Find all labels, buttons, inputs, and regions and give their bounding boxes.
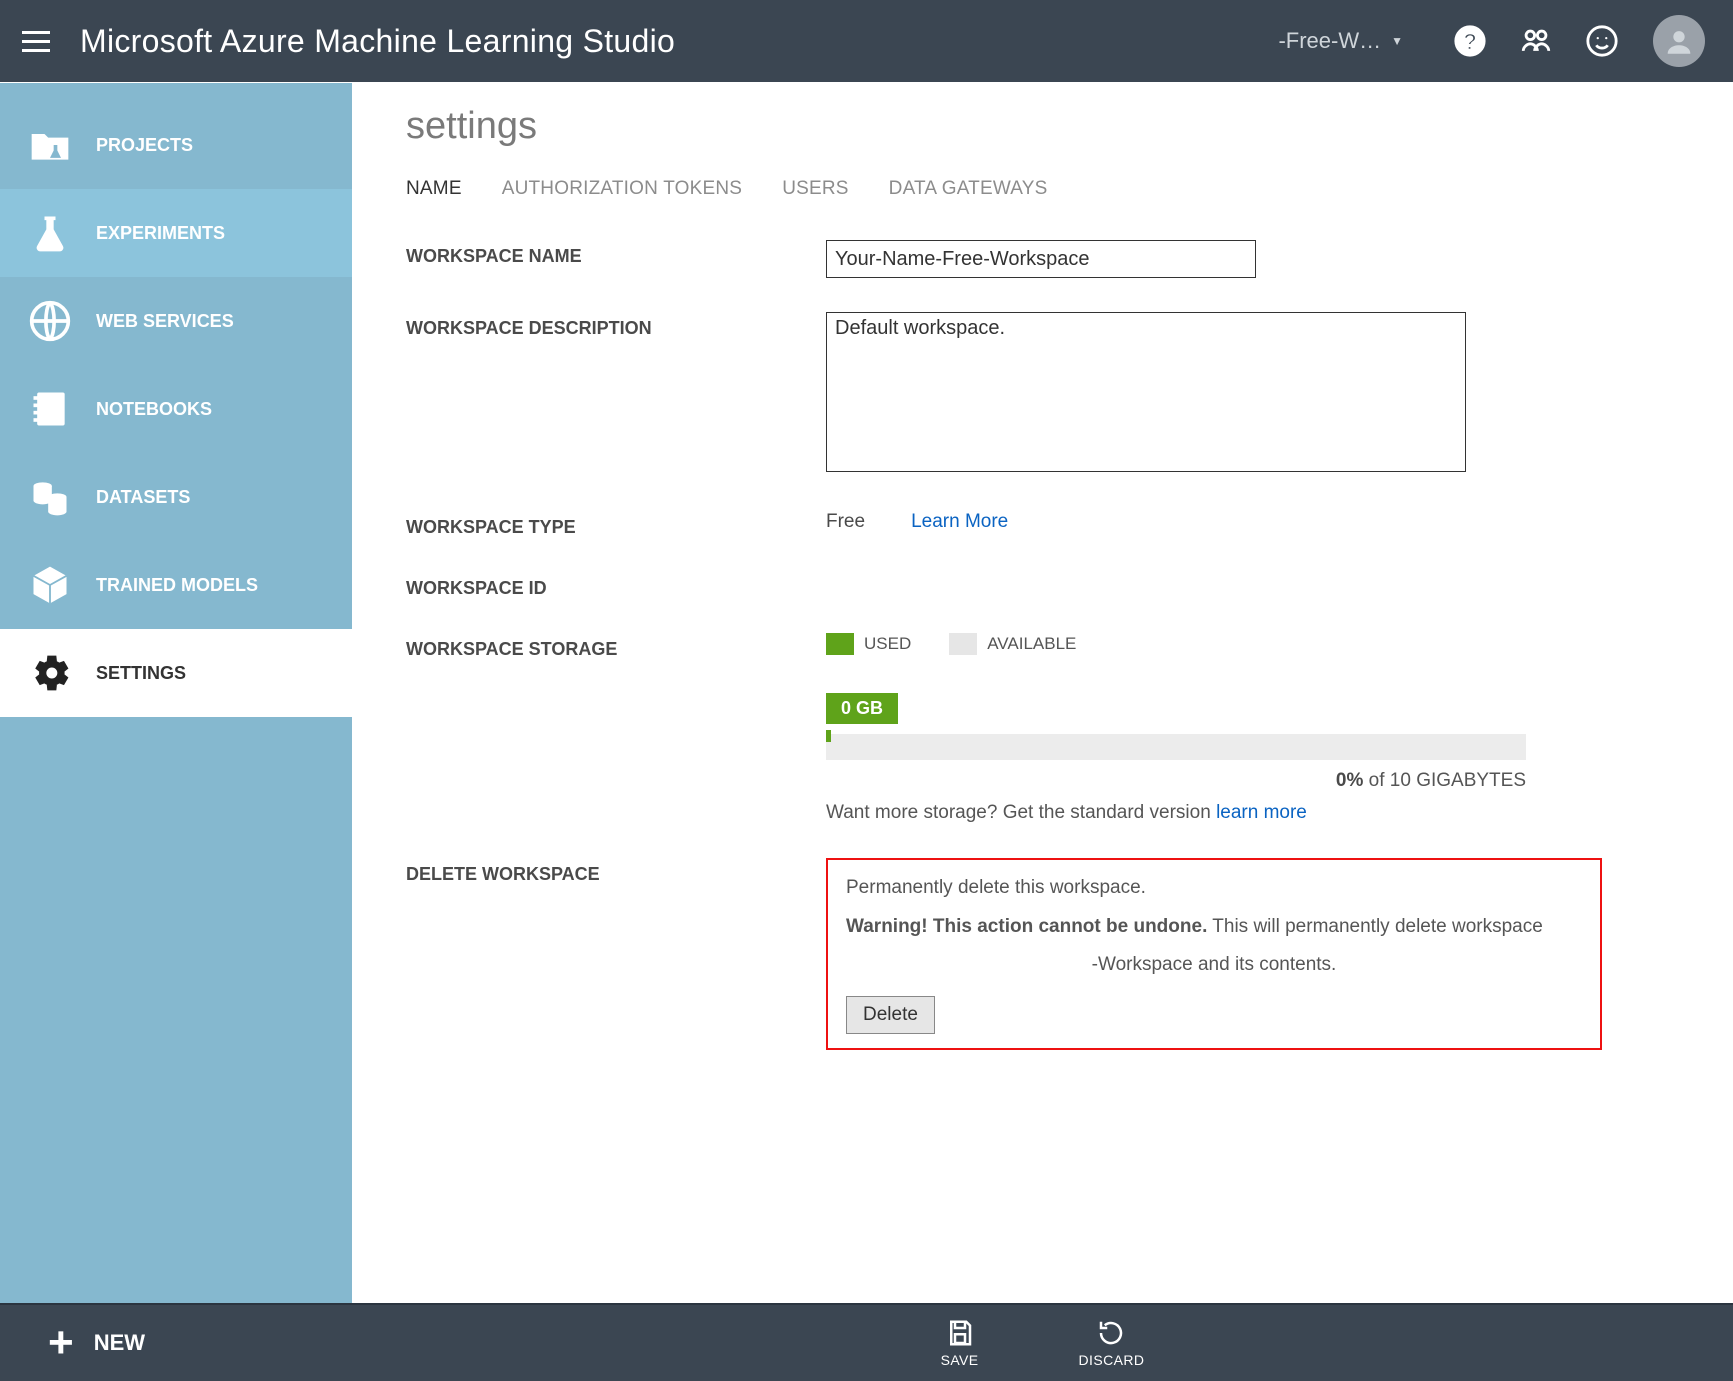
storage-progress-bar	[826, 734, 1526, 760]
page-title: settings	[406, 105, 1673, 148]
tab-data-gateways[interactable]: DATA GATEWAYS	[889, 178, 1048, 200]
tab-users[interactable]: USERS	[782, 178, 848, 200]
topbar: Microsoft Azure Machine Learning Studio …	[0, 0, 1733, 82]
workspace-picker-label: -Free-W…	[1278, 28, 1381, 54]
folder-flask-icon	[26, 121, 74, 169]
storage-readout: 0% of 10 GIGABYTES	[826, 770, 1526, 792]
used-label: USED	[864, 634, 911, 654]
sidebar-item-trained-models[interactable]: TRAINED MODELS	[0, 541, 352, 629]
chevron-down-icon: ▼	[1391, 34, 1403, 48]
more-storage-text: Want more storage? Get the standard vers…	[826, 802, 1673, 824]
workspace-id-label: WORKSPACE ID	[406, 572, 826, 599]
available-label: AVAILABLE	[987, 634, 1076, 654]
discard-label: DISCARD	[1079, 1352, 1145, 1368]
sidebar-item-label: EXPERIMENTS	[96, 223, 225, 244]
plus-icon: +	[48, 1321, 74, 1365]
sidebar-item-label: NOTEBOOKS	[96, 399, 212, 420]
app-title: Microsoft Azure Machine Learning Studio	[80, 23, 675, 60]
save-button[interactable]: SAVE	[941, 1318, 979, 1368]
delete-warning-line2: -Workspace and its contents.	[846, 951, 1582, 980]
workspace-description-textarea[interactable]	[826, 312, 1466, 472]
workspace-name-label: WORKSPACE NAME	[406, 240, 826, 267]
sidebar-item-notebooks[interactable]: NOTEBOOKS	[0, 365, 352, 453]
tab-name[interactable]: NAME	[406, 178, 462, 200]
storage-used-badge: 0 GB	[826, 693, 898, 724]
help-icon[interactable]: ?	[1451, 22, 1489, 60]
flask-icon	[26, 209, 74, 257]
tab-authorization-tokens[interactable]: AUTHORIZATION TOKENS	[502, 178, 742, 200]
delete-workspace-panel: Permanently delete this workspace. Warni…	[826, 858, 1602, 1050]
workspace-type-label: WORKSPACE TYPE	[406, 511, 826, 538]
tabs: NAME AUTHORIZATION TOKENS USERS DATA GAT…	[406, 178, 1673, 200]
sidebar-item-projects[interactable]: PROJECTS	[0, 101, 352, 189]
sidebar: PROJECTS EXPERIMENTS WEB SERVICES NOTEBO…	[0, 83, 352, 1303]
sidebar-item-label: TRAINED MODELS	[96, 575, 258, 596]
globe-icon	[26, 297, 74, 345]
workspace-id-value: b2a61efa5077465782cefa1bf573a2ec	[826, 572, 1192, 594]
storage-total: of 10 GIGABYTES	[1363, 770, 1526, 791]
sidebar-item-datasets[interactable]: DATASETS	[0, 453, 352, 541]
more-storage-link[interactable]: learn more	[1216, 802, 1307, 823]
sidebar-item-label: PROJECTS	[96, 135, 193, 156]
workspace-type-value: Free	[826, 511, 865, 533]
sidebar-item-label: WEB SERVICES	[96, 311, 234, 332]
delete-warning: Warning! This action cannot be undone. T…	[846, 913, 1582, 942]
sidebar-item-label: DATASETS	[96, 487, 190, 508]
sidebar-item-experiments[interactable]: EXPERIMENTS	[0, 189, 352, 277]
new-button[interactable]: + NEW	[0, 1321, 352, 1365]
storage-percent: 0%	[1336, 770, 1363, 791]
workspace-storage-label: WORKSPACE STORAGE	[406, 633, 826, 660]
storage-legend: USED AVAILABLE	[826, 633, 1673, 655]
hamburger-menu-icon[interactable]	[22, 31, 50, 52]
smile-icon[interactable]	[1583, 22, 1621, 60]
svg-text:?: ?	[1463, 29, 1477, 55]
workspace-picker[interactable]: -Free-W… ▼	[1278, 28, 1403, 54]
workspace-description-label: WORKSPACE DESCRIPTION	[406, 312, 826, 339]
sidebar-item-settings[interactable]: SETTINGS	[0, 629, 352, 717]
groups-icon[interactable]	[1517, 22, 1555, 60]
learn-more-link[interactable]: Learn More	[911, 511, 1008, 533]
storage-progress-fill	[826, 730, 831, 742]
save-label: SAVE	[941, 1352, 979, 1368]
gear-icon	[26, 649, 74, 697]
user-avatar[interactable]	[1653, 15, 1705, 67]
available-swatch	[949, 633, 977, 655]
discard-button[interactable]: DISCARD	[1079, 1318, 1145, 1368]
sidebar-item-label: SETTINGS	[96, 663, 186, 684]
notebook-icon	[26, 385, 74, 433]
database-icon	[26, 473, 74, 521]
delete-workspace-label: DELETE WORKSPACE	[406, 858, 826, 885]
used-swatch	[826, 633, 854, 655]
main-content: settings NAME AUTHORIZATION TOKENS USERS…	[352, 83, 1733, 1303]
delete-intro: Permanently delete this workspace.	[846, 874, 1582, 903]
bottombar: + NEW SAVE DISCARD	[0, 1303, 1733, 1381]
sidebar-item-web-services[interactable]: WEB SERVICES	[0, 277, 352, 365]
delete-button[interactable]: Delete	[846, 996, 935, 1034]
workspace-name-input[interactable]	[826, 240, 1256, 278]
box-icon	[26, 561, 74, 609]
new-label: NEW	[94, 1330, 145, 1356]
